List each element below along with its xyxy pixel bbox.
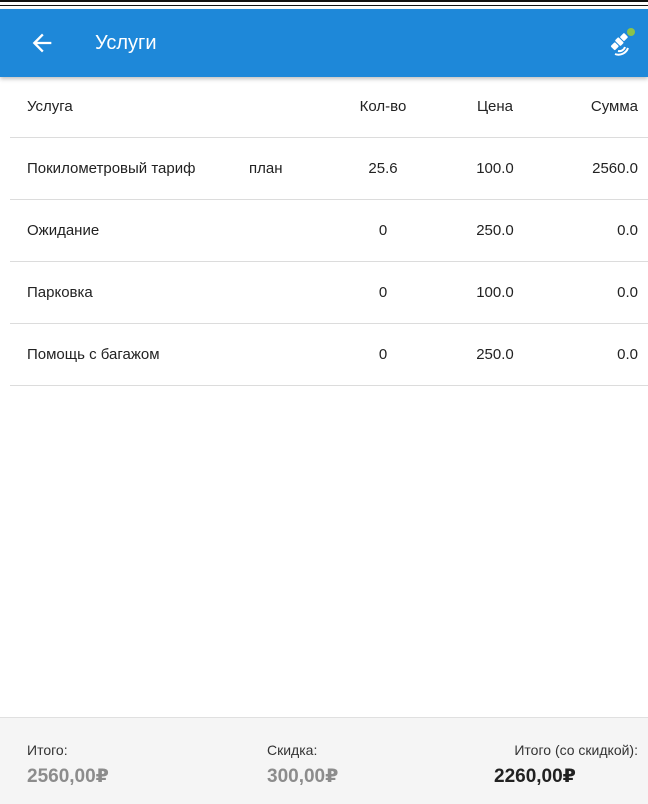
table-row[interactable]: Помощь с багажом 0 250.0 0.0 <box>10 324 648 386</box>
table-row[interactable]: Ожидание 0 250.0 0.0 <box>10 200 648 262</box>
service-sum: 0.0 <box>617 222 638 239</box>
page-title: Услуги <box>95 32 157 54</box>
arrow-left-icon <box>32 33 52 53</box>
service-name: Покилометровый тариф <box>27 160 196 177</box>
service-qty: 0 <box>378 346 388 363</box>
total-value: 2560,00₽ <box>27 766 109 787</box>
header-qty: Кол-во <box>359 98 407 115</box>
table-header: Услуга Кол-во Цена Сумма <box>10 77 648 138</box>
service-qty: 0 <box>378 222 388 239</box>
total-label: Итого: <box>27 742 68 758</box>
service-name: Помощь с багажом <box>27 346 160 363</box>
frame-line <box>0 0 648 2</box>
final-total-label: Итого (со скидкой): <box>514 742 638 758</box>
window-frame-top <box>0 0 648 8</box>
table-row[interactable]: Покилометровый тариф план 25.6 100.0 256… <box>10 138 648 200</box>
service-price: 250.0 <box>476 222 514 239</box>
table-row[interactable]: Парковка 0 100.0 0.0 <box>10 262 648 324</box>
header-service: Услуга <box>27 98 73 115</box>
service-price: 250.0 <box>476 346 514 363</box>
header-price: Цена <box>476 98 514 115</box>
service-tag: план <box>249 160 283 177</box>
services-table: Услуга Кол-во Цена Сумма Покилометровый … <box>10 77 648 386</box>
service-name: Ожидание <box>27 222 100 239</box>
service-name: Парковка <box>27 284 93 301</box>
service-price: 100.0 <box>476 284 514 301</box>
service-sum: 2560.0 <box>592 160 638 177</box>
app-bar: Услуги <box>0 9 648 77</box>
header-sum: Сумма <box>590 98 638 115</box>
frame-line <box>0 5 648 6</box>
discount-label: Скидка: <box>267 742 318 758</box>
final-total-value: 2260,00₽ <box>494 766 576 787</box>
service-qty: 0 <box>378 284 388 301</box>
satellite-gps-icon <box>610 28 635 56</box>
discount-value: 300,00₽ <box>267 766 339 787</box>
back-button[interactable] <box>28 29 56 57</box>
service-sum: 0.0 <box>617 346 638 363</box>
service-price: 100.0 <box>476 160 514 177</box>
totals-footer: Итого: 2560,00₽ Скидка: 300,00₽ Итого (с… <box>0 717 648 804</box>
service-qty: 25.6 <box>368 160 398 177</box>
gps-status[interactable] <box>606 27 636 57</box>
service-sum: 0.0 <box>617 284 638 301</box>
